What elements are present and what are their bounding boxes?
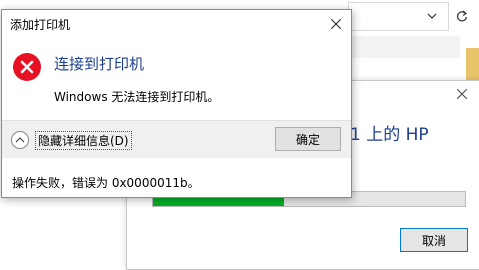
main-instruction: 连接到打印机	[54, 55, 145, 73]
chevron-down-icon	[427, 13, 437, 19]
cancel-button[interactable]: 取消	[400, 228, 468, 252]
address-dropdown-button[interactable]	[422, 6, 442, 26]
error-detail-text: 操作失败，错误为 0x0000011b。	[12, 176, 200, 190]
folder-icon	[466, 48, 479, 80]
close-icon	[457, 89, 467, 99]
add-printer-error-dialog: 添加打印机 连接到打印机 Windows 无法连接到打印机。 隐藏详细信息(D)…	[1, 9, 352, 198]
refresh-icon	[456, 10, 468, 22]
ok-button[interactable]: 确定	[275, 127, 341, 151]
hide-details-label: 隐藏详细信息(D)	[35, 130, 132, 150]
chevron-up-icon	[11, 131, 29, 149]
error-icon	[13, 53, 41, 81]
connecting-heading: 1 上的 HP	[350, 125, 429, 145]
dialog-close-button[interactable]	[328, 16, 344, 32]
hide-details-toggle[interactable]: 隐藏详细信息(D)	[11, 130, 132, 150]
button-band: 隐藏详细信息(D) 确定	[2, 120, 351, 158]
connecting-dialog-close-button[interactable]	[454, 86, 470, 102]
dialog-title: 添加打印机	[10, 18, 71, 32]
error-content: Windows 无法连接到打印机。	[54, 90, 220, 104]
toolbar-strip	[348, 36, 460, 58]
close-icon	[331, 19, 341, 29]
refresh-button[interactable]	[450, 2, 474, 31]
